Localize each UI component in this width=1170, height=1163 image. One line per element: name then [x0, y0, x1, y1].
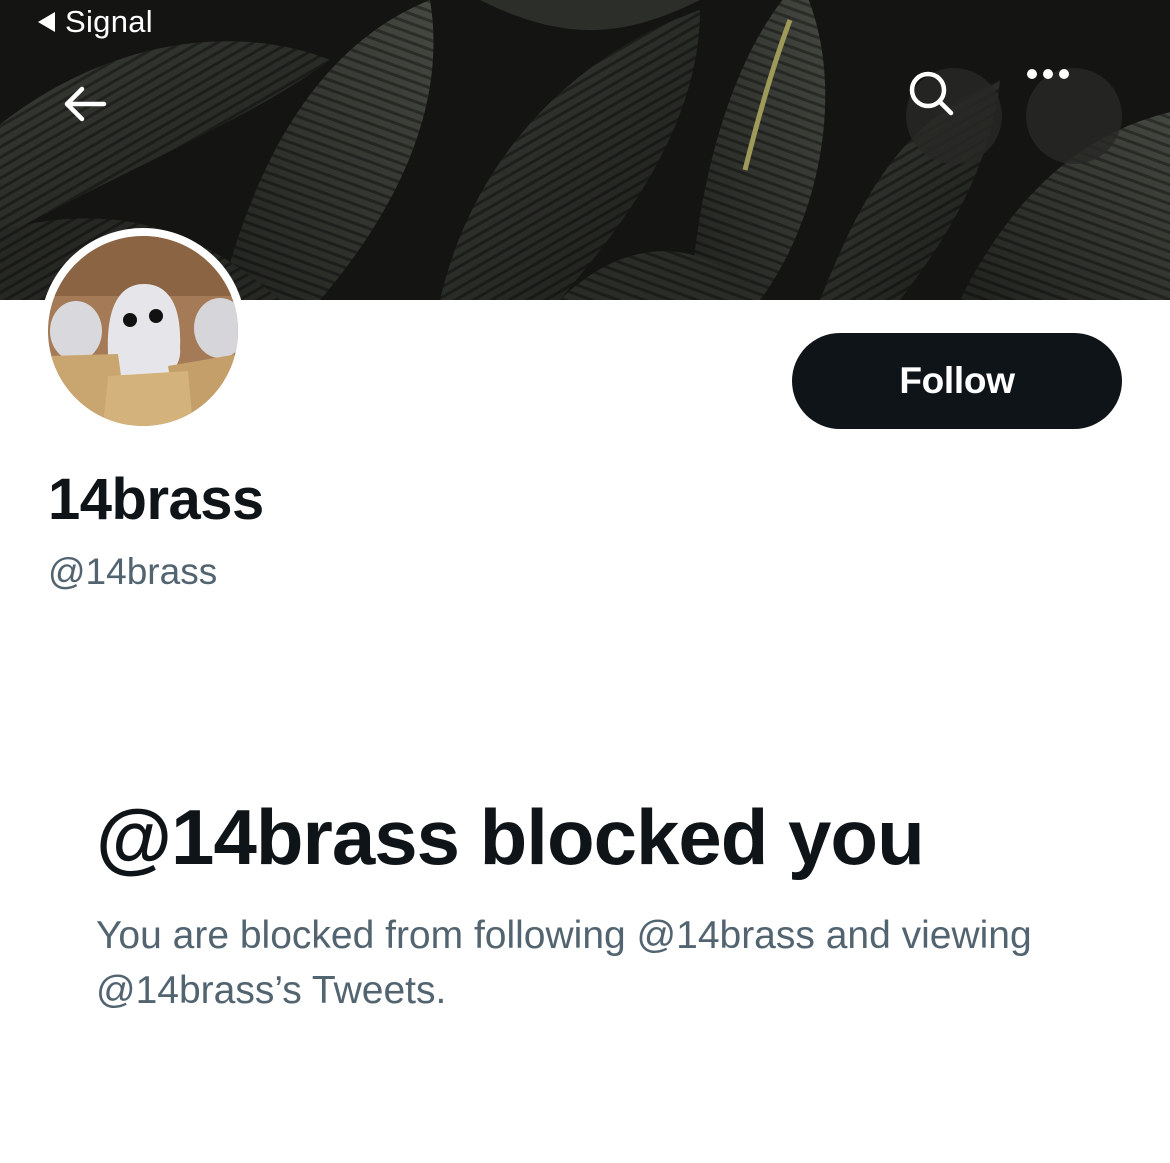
avatar-image	[48, 236, 238, 426]
back-triangle-icon	[38, 12, 55, 32]
status-back-to-signal[interactable]: Signal	[38, 2, 153, 42]
status-back-label: Signal	[65, 4, 153, 39]
back-button[interactable]	[62, 84, 132, 154]
blocked-title: @14brass blocked you	[96, 793, 925, 881]
more-horizontal-icon	[1027, 69, 1069, 79]
profile-display-name: 14brass	[48, 467, 264, 532]
avatar[interactable]	[40, 228, 246, 434]
more-options-button[interactable]	[1026, 68, 1122, 164]
profile-handle: @14brass	[48, 551, 218, 592]
ghost-avatar-picture	[48, 236, 238, 426]
blocked-message: You are blocked from following @14brass …	[96, 914, 1032, 1012]
search-icon	[909, 71, 954, 116]
follow-button[interactable]: Follow	[792, 333, 1122, 429]
search-button[interactable]	[906, 68, 1002, 164]
arrow-left-icon	[64, 86, 107, 122]
